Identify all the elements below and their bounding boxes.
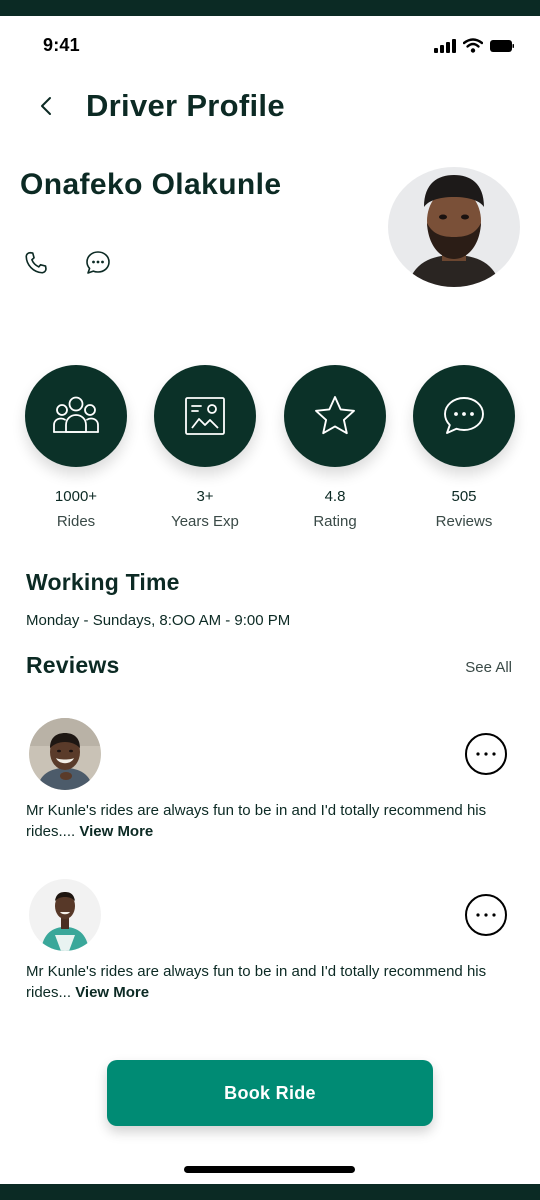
stat-rides: 1000+ Rides bbox=[11, 365, 141, 530]
stat-value: 1000+ bbox=[54, 488, 98, 505]
header: Driver Profile bbox=[0, 80, 540, 134]
reviewer-avatar bbox=[29, 718, 101, 790]
back-button[interactable] bbox=[30, 90, 62, 122]
rides-stat-button[interactable] bbox=[25, 365, 127, 467]
stat-label: Rating bbox=[313, 513, 357, 530]
chat-bubble-icon bbox=[86, 251, 110, 274]
book-ride-button[interactable]: Book Ride bbox=[107, 1060, 433, 1126]
signal-icon bbox=[434, 38, 456, 53]
stat-value: 3+ bbox=[196, 488, 214, 505]
contact-actions bbox=[22, 248, 112, 278]
reviews-title: Reviews bbox=[26, 652, 120, 678]
stats-row: 1000+ Rides 3+ Years Exp 4.8 Rating 505 … bbox=[0, 365, 540, 535]
book-ride-label: Book Ride bbox=[224, 1082, 316, 1103]
status-icons bbox=[434, 38, 514, 53]
working-time-title: Working Time bbox=[26, 569, 180, 595]
users-icon bbox=[53, 396, 99, 433]
review-text: Mr Kunle's rides are always fun to be in… bbox=[26, 961, 496, 1003]
battery-icon bbox=[490, 39, 514, 52]
stat-label: Rides bbox=[56, 513, 96, 530]
driver-name: Onafeko Olakunle bbox=[20, 168, 282, 201]
chevron-left-icon bbox=[41, 97, 51, 115]
driver-photo bbox=[388, 167, 520, 287]
certificate-icon bbox=[185, 397, 225, 435]
stat-value: 505 bbox=[451, 488, 477, 505]
view-more-link[interactable]: View More bbox=[75, 984, 149, 1001]
wifi-icon bbox=[463, 38, 483, 53]
stat-value: 4.8 bbox=[324, 488, 346, 505]
star-icon bbox=[315, 396, 355, 435]
top-frame-bar bbox=[0, 0, 540, 16]
phone-icon bbox=[25, 251, 47, 274]
review-options-button[interactable] bbox=[465, 894, 507, 936]
message-button[interactable] bbox=[84, 248, 112, 278]
reviews-stat-button[interactable] bbox=[413, 365, 515, 467]
reviewer-photo bbox=[29, 718, 101, 790]
driver-avatar bbox=[388, 167, 520, 287]
experience-stat-button[interactable] bbox=[154, 365, 256, 467]
page-title: Driver Profile bbox=[86, 88, 285, 123]
stat-rating: 4.8 Rating bbox=[270, 365, 400, 530]
call-button[interactable] bbox=[22, 248, 50, 278]
reviewer-avatar bbox=[29, 879, 101, 951]
stat-reviews: 505 Reviews bbox=[399, 365, 529, 530]
home-indicator[interactable] bbox=[184, 1166, 355, 1173]
bottom-frame-bar bbox=[0, 1184, 540, 1200]
rating-stat-button[interactable] bbox=[284, 365, 386, 467]
stat-label: Reviews bbox=[435, 513, 493, 530]
chat-icon bbox=[444, 397, 484, 434]
more-dots-icon bbox=[476, 752, 496, 756]
see-all-link[interactable]: See All bbox=[465, 659, 512, 676]
stat-years-exp: 3+ Years Exp bbox=[140, 365, 270, 530]
stat-label: Years Exp bbox=[171, 513, 239, 530]
review-options-button[interactable] bbox=[465, 733, 507, 775]
status-time: 9:41 bbox=[43, 35, 80, 55]
status-bar: 9:41 bbox=[0, 16, 540, 72]
more-dots-icon bbox=[476, 913, 496, 917]
reviewer-photo bbox=[29, 879, 101, 951]
working-time-text: Monday - Sundays, 8:OO AM - 9:00 PM bbox=[26, 612, 291, 629]
review-text: Mr Kunle's rides are always fun to be in… bbox=[26, 800, 496, 842]
view-more-link[interactable]: View More bbox=[79, 823, 153, 840]
